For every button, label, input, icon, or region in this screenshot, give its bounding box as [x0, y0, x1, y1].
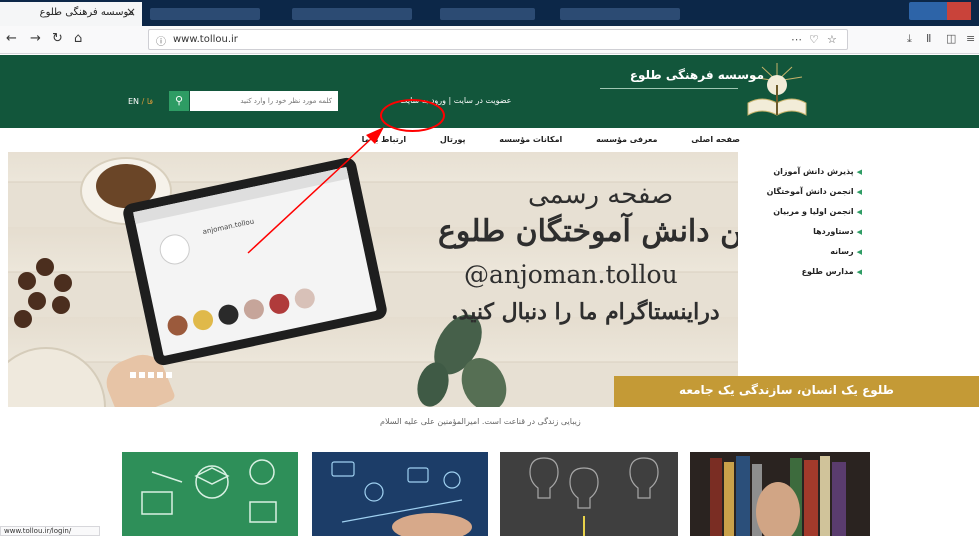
lightbulb-image [529, 457, 659, 536]
browser-tab[interactable] [560, 8, 680, 20]
truffle-image [52, 296, 70, 314]
sidebar-item-label: انجمن دانش آموختگان [766, 187, 854, 196]
truffle-image [54, 274, 72, 292]
forward-icon[interactable]: → [30, 31, 41, 46]
truffle-image [14, 310, 32, 328]
slider-dot[interactable] [157, 372, 163, 378]
info-icon[interactable]: ⓘ [156, 33, 166, 48]
lang-separator: / [141, 97, 145, 106]
sidebar-menu: ◀پذیرش دانش آموزان ◀انجمن دانش آموختگان … [752, 165, 862, 285]
bullet-icon: ◀ [856, 188, 862, 196]
sidebar-item-admission[interactable]: ◀پذیرش دانش آموزان [752, 165, 862, 185]
lang-en-link[interactable]: EN [128, 97, 139, 106]
instagram-avatar [156, 231, 193, 268]
window-controls[interactable] [909, 2, 971, 20]
banner-title-line3: دراینستاگرام ما را دنبال کنید. [451, 299, 720, 325]
bullet-icon: ◀ [856, 168, 862, 176]
url-text: www.tollou.ir [173, 34, 238, 45]
pocket-icon[interactable]: ♡ [809, 33, 819, 46]
home-icon[interactable]: ⌂ [74, 31, 82, 46]
browser-tab[interactable] [440, 8, 535, 20]
page-actions-icon[interactable]: ⋯ [791, 33, 802, 46]
banner-title-line2: انجمن دانش آموختگان طلوع [438, 214, 738, 249]
banner-title-line1: صفحه رسمی [528, 180, 674, 210]
sidebar-item-label: انجمن اولیا و مربیان [773, 207, 854, 216]
nav-item-home[interactable]: صفحه اصلی [691, 135, 740, 144]
truffle-image [28, 292, 46, 310]
back-icon[interactable]: ← [6, 31, 17, 46]
nav-item-portal[interactable]: پورتال [440, 135, 466, 144]
technology-image [331, 461, 472, 536]
tablet-thumb [216, 302, 241, 327]
feature-card-technology[interactable] [312, 452, 488, 536]
truffle-image [36, 258, 54, 276]
sidebar-item-media[interactable]: ◀رسانه [752, 245, 862, 265]
books-image [710, 456, 846, 536]
site-header: موسسه فرهنگی طلوع عضویت در سایت | ورود ب… [0, 55, 979, 128]
slogan-bar: طلوع یک انسان، سازندگی یک جامعه [614, 376, 979, 407]
nav-item-contact[interactable]: ارتباط با ما [362, 135, 406, 144]
sidebar-item-alumni[interactable]: ◀انجمن دانش آموختگان [752, 185, 862, 205]
bullet-icon: ◀ [856, 228, 862, 236]
reload-icon[interactable]: ↻ [52, 31, 63, 46]
slider-pagination[interactable] [130, 363, 175, 382]
feature-card-ideas[interactable] [500, 452, 678, 536]
site-name[interactable]: موسسه فرهنگی طلوع [630, 68, 764, 82]
search-input[interactable] [190, 91, 338, 111]
tablet-thumb [191, 308, 215, 332]
browser-nav-bar: ← → ↻ ⌂ ⓘ www.tollou.ir ⋯ ♡ ☆ ⤓ Ⅱ ◫ ≡ [0, 26, 979, 54]
browser-tab[interactable] [150, 8, 260, 20]
feature-card-library[interactable] [690, 452, 870, 536]
bullet-icon: ◀ [856, 208, 862, 216]
tablet-thumb [242, 297, 266, 322]
sidebar-item-schools[interactable]: ◀مدارس طلوع [752, 265, 862, 285]
language-switch[interactable]: EN / فا [128, 97, 153, 106]
sidebar-item-label: رسانه [830, 247, 854, 256]
slider-dot[interactable] [148, 372, 154, 378]
tab-title: موسسه فرهنگی طلوع [39, 7, 134, 18]
truffle-image [18, 272, 36, 290]
slider-dot[interactable] [130, 372, 136, 378]
main-nav: صفحه اصلی معرفی مؤسسه امکانات مؤسسه پورت… [362, 135, 740, 151]
tablet-thumb [292, 286, 317, 311]
window-close-icon[interactable] [947, 2, 971, 20]
library-icon[interactable]: Ⅱ [926, 32, 931, 45]
annotation-circle [380, 99, 445, 132]
bookmark-star-icon[interactable]: ☆ [827, 33, 837, 46]
nav-item-about[interactable]: معرفی مؤسسه [596, 135, 657, 144]
lang-fa-link[interactable]: فا [147, 97, 153, 106]
sidebar-item-parents[interactable]: ◀انجمن اولیا و مربیان [752, 205, 862, 225]
address-bar[interactable]: ⓘ www.tollou.ir ⋯ ♡ ☆ [148, 29, 848, 50]
browser-tab-active[interactable]: موسسه فرهنگی طلوع × [0, 2, 142, 26]
quote-text: زیبایی زندگی در قناعت است. امیرالمؤمنین … [380, 417, 581, 426]
tablet-screen: anjoman.tollou [133, 166, 377, 357]
sidebar-item-label: مدارس طلوع [801, 267, 854, 276]
sidebar-item-achievements[interactable]: ◀دستاوردها [752, 225, 862, 245]
search-icon[interactable]: ⚲ [169, 91, 189, 111]
browser-tab[interactable] [292, 8, 412, 20]
bullet-icon: ◀ [856, 248, 862, 256]
tab-close-icon[interactable]: × [126, 5, 136, 19]
tablet-handle: anjoman.tollou [201, 217, 255, 237]
sidebar-toggle-icon[interactable]: ◫ [946, 32, 956, 45]
slider-dot[interactable] [166, 372, 172, 378]
education-icons-image [141, 459, 277, 523]
sidebar-item-label: دستاوردها [813, 227, 854, 236]
banner-slider[interactable]: anjoman.tollou صفحه رسمی انجمن دانش آموخ… [8, 152, 738, 407]
tablet-thumb [165, 313, 190, 338]
header-divider [600, 88, 738, 89]
browser-tab-bar: موسسه فرهنگی طلوع × [0, 0, 979, 26]
sidebar-item-label: پذیرش دانش آموزان [773, 167, 854, 176]
slogan-text: طلوع یک انسان، سازندگی یک جامعه [679, 383, 894, 397]
feature-card-education[interactable] [122, 452, 298, 536]
slider-dot[interactable] [139, 372, 145, 378]
banner-instagram-handle: @anjoman.tollou [464, 260, 678, 289]
status-bar-url: www.tollou.ir/login/ [0, 526, 100, 536]
tablet-thumb [267, 292, 292, 316]
menu-icon[interactable]: ≡ [966, 32, 975, 45]
downloads-icon[interactable]: ⤓ [907, 32, 912, 46]
nav-item-facilities[interactable]: امکانات مؤسسه [499, 135, 562, 144]
bullet-icon: ◀ [856, 268, 862, 276]
